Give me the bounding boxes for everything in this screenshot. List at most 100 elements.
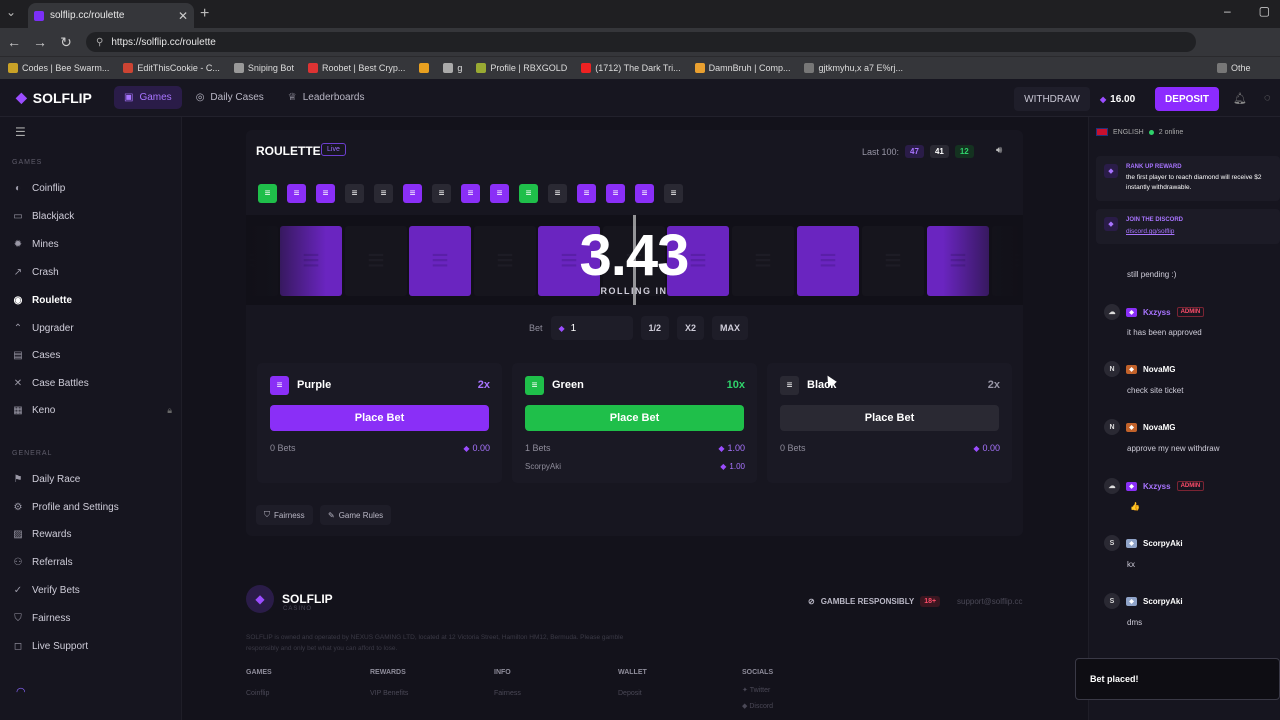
- url-input[interactable]: ⚲ https://solflip.cc/roulette: [86, 32, 1196, 52]
- rank-icon: ◆: [1126, 538, 1137, 548]
- place-bet-green-button[interactable]: Place Bet: [525, 405, 744, 431]
- history-chip-purple: ≡: [606, 184, 625, 203]
- bookmark[interactable]: DamnBruh | Comp...: [694, 63, 790, 73]
- max-bet-button[interactable]: MAX: [712, 316, 749, 340]
- rank-icon: ◆: [1126, 481, 1137, 491]
- admin-badge: ADMIN: [1176, 481, 1205, 491]
- back-icon[interactable]: ←: [2, 34, 26, 50]
- bookmark-icon: [307, 63, 318, 73]
- bookmark[interactable]: EditThisCookie - C...: [123, 63, 220, 73]
- footer-link[interactable]: Fairness: [494, 690, 521, 697]
- deposit-button[interactable]: DEPOSIT: [1155, 87, 1219, 111]
- strip-tile-black: ≡: [732, 226, 794, 296]
- support-email[interactable]: support@solflip.cc: [957, 597, 1022, 606]
- game-rules-button[interactable]: ✎ Game Rules: [320, 505, 392, 525]
- chat-user[interactable]: ☁ ◆ Kxzyss ADMIN: [1104, 478, 1205, 494]
- sidebar-item-upgrader[interactable]: ⌃ Upgrader: [12, 318, 172, 338]
- chat-message: check site ticket: [1127, 386, 1184, 395]
- sidebar-item-referrals[interactable]: ⚇ Referrals: [12, 552, 172, 572]
- sidebar-item-rewards[interactable]: ▨ Rewards: [12, 524, 172, 544]
- bookmark[interactable]: Sniping Bot: [233, 63, 294, 73]
- sidebar-item-fairness[interactable]: ⛉ Fairness: [12, 608, 172, 628]
- sidebar-item-daily-race[interactable]: ⚑ Daily Race: [12, 469, 172, 489]
- card-name: Purple: [297, 379, 332, 391]
- chat-user[interactable]: N ◆ NovaMG: [1104, 419, 1175, 435]
- fairness-button[interactable]: ⛉ Fairness: [256, 505, 313, 525]
- chat-language-selector[interactable]: ENGLISH 2 online: [1096, 128, 1183, 136]
- chat-user[interactable]: S ◆ ScorpyAki: [1104, 535, 1183, 551]
- forward-icon[interactable]: →: [28, 34, 52, 50]
- bookmark[interactable]: Roobet | Best Cryp...: [307, 63, 405, 73]
- bookmark[interactable]: g: [443, 63, 462, 73]
- rolling-in-label: ROLLING IN: [600, 286, 668, 296]
- chat-icon[interactable]: ◌: [1264, 92, 1271, 104]
- footer-link[interactable]: VIP Benefits: [370, 690, 408, 697]
- half-bet-button[interactable]: 1/2: [640, 316, 670, 340]
- footer-link[interactable]: Deposit: [618, 690, 642, 697]
- nav-daily-cases[interactable]: ◎ Daily Cases: [186, 86, 274, 109]
- rank-icon: ◆: [1126, 307, 1137, 317]
- sidebar-item-crash[interactable]: ↗ Crash: [12, 262, 172, 282]
- place-bet-black-button[interactable]: Place Bet: [780, 405, 999, 431]
- bookmark[interactable]: (1712) The Dark Tri...: [581, 63, 681, 73]
- strip-tile-black: ≡: [345, 226, 407, 296]
- sidebar-item-roulette[interactable]: ◉ Roulette: [12, 290, 172, 310]
- close-tab-icon[interactable]: ✕: [178, 9, 188, 23]
- reload-icon[interactable]: ↻: [54, 34, 78, 51]
- headset-icon[interactable]: ◠: [16, 685, 26, 698]
- sidebar-item-blackjack[interactable]: ▭ Blackjack: [12, 206, 172, 226]
- site-logo[interactable]: ◆ SOLFLIP: [16, 89, 110, 106]
- sidebar-item-cases[interactable]: ▤ Cases: [12, 345, 172, 365]
- tab-search-icon[interactable]: ⌄: [6, 5, 16, 19]
- double-bet-button[interactable]: X2: [677, 316, 705, 340]
- sidebar-item-case-battles[interactable]: ✕ Case Battles: [12, 373, 172, 393]
- chat-user[interactable]: ☁ ◆ Kxzyss ADMIN: [1104, 304, 1205, 320]
- window-controls: – ▢: [1224, 4, 1270, 18]
- bell-icon[interactable]: 🔔︎: [1233, 92, 1247, 105]
- bet-amount-input[interactable]: ◆ 1: [550, 316, 633, 340]
- gem-icon: ◆: [973, 443, 980, 453]
- footer-col-title: REWARDS: [370, 669, 406, 676]
- sidebar-item-verify-bets[interactable]: ✓ Verify Bets: [12, 580, 172, 600]
- strip-tile-purple: ≡: [797, 226, 859, 296]
- minimize-icon[interactable]: –: [1224, 4, 1231, 18]
- bet-card-purple: ≡ Purple 2x Place Bet 0 Bets ◆ 0.00: [257, 363, 502, 483]
- sound-icon[interactable]: 🔊︎: [996, 145, 1002, 156]
- sidebar-item-keno[interactable]: ▦ Keno 🔒︎: [12, 400, 172, 420]
- globe-icon: [233, 63, 244, 73]
- discord-link[interactable]: discord.gg/solflip: [1126, 227, 1174, 237]
- footer-link[interactable]: Coinflip: [246, 690, 269, 697]
- bettor-name: ScorpyAki: [525, 462, 562, 471]
- withdraw-button[interactable]: WITHDRAW: [1014, 87, 1090, 111]
- browser-tab[interactable]: solflip.cc/roulette ✕: [28, 3, 194, 28]
- history-chip-black: ≡: [664, 184, 683, 203]
- nav-games[interactable]: ▣ Games: [114, 86, 182, 109]
- bookmark-icon: [123, 63, 134, 73]
- sidebar-item-coinflip[interactable]: ◐ Coinflip: [12, 178, 172, 198]
- bookmark-icon: [419, 63, 430, 73]
- new-tab-icon[interactable]: +: [200, 5, 209, 23]
- other-bookmarks[interactable]: Othe: [1217, 63, 1251, 73]
- bookmark[interactable]: [419, 63, 430, 73]
- chat-user[interactable]: S ◆ ScorpyAki: [1104, 593, 1183, 609]
- uk-flag-icon: [1096, 128, 1108, 136]
- nav-leaderboards[interactable]: ♕ Leaderboards: [278, 86, 375, 109]
- footer-link-discord[interactable]: ◆ Discord: [742, 702, 773, 710]
- bookmark[interactable]: Profile | RBXGOLD: [476, 63, 567, 73]
- gem-icon: ◆: [1100, 94, 1107, 104]
- last-100-stats: Last 100: 47 41 12: [862, 145, 974, 158]
- sidebar-item-mines[interactable]: ✹ Mines: [12, 234, 172, 254]
- footer-link-twitter[interactable]: ✦ Twitter: [742, 686, 770, 694]
- bookmark[interactable]: gjtkmyhu,x a7 E%rj...: [804, 63, 903, 73]
- purple-count: 47: [905, 145, 924, 158]
- sidebar-item-profile[interactable]: ⚙ Profile and Settings: [12, 497, 172, 517]
- rank-icon: ◆: [1126, 422, 1137, 432]
- bookmark[interactable]: Codes | Bee Swarm...: [8, 63, 109, 73]
- bet-controls: Bet ◆ 1 1/2 X2 MAX: [529, 316, 749, 340]
- sidebar-item-live-support[interactable]: ◻ Live Support: [12, 636, 172, 656]
- menu-icon[interactable]: ☰: [15, 125, 26, 139]
- chat-user[interactable]: N ◆ NovaMG: [1104, 361, 1175, 377]
- site-info-icon[interactable]: ⚲: [96, 37, 103, 48]
- place-bet-purple-button[interactable]: Place Bet: [270, 405, 489, 431]
- maximize-icon[interactable]: ▢: [1259, 4, 1270, 18]
